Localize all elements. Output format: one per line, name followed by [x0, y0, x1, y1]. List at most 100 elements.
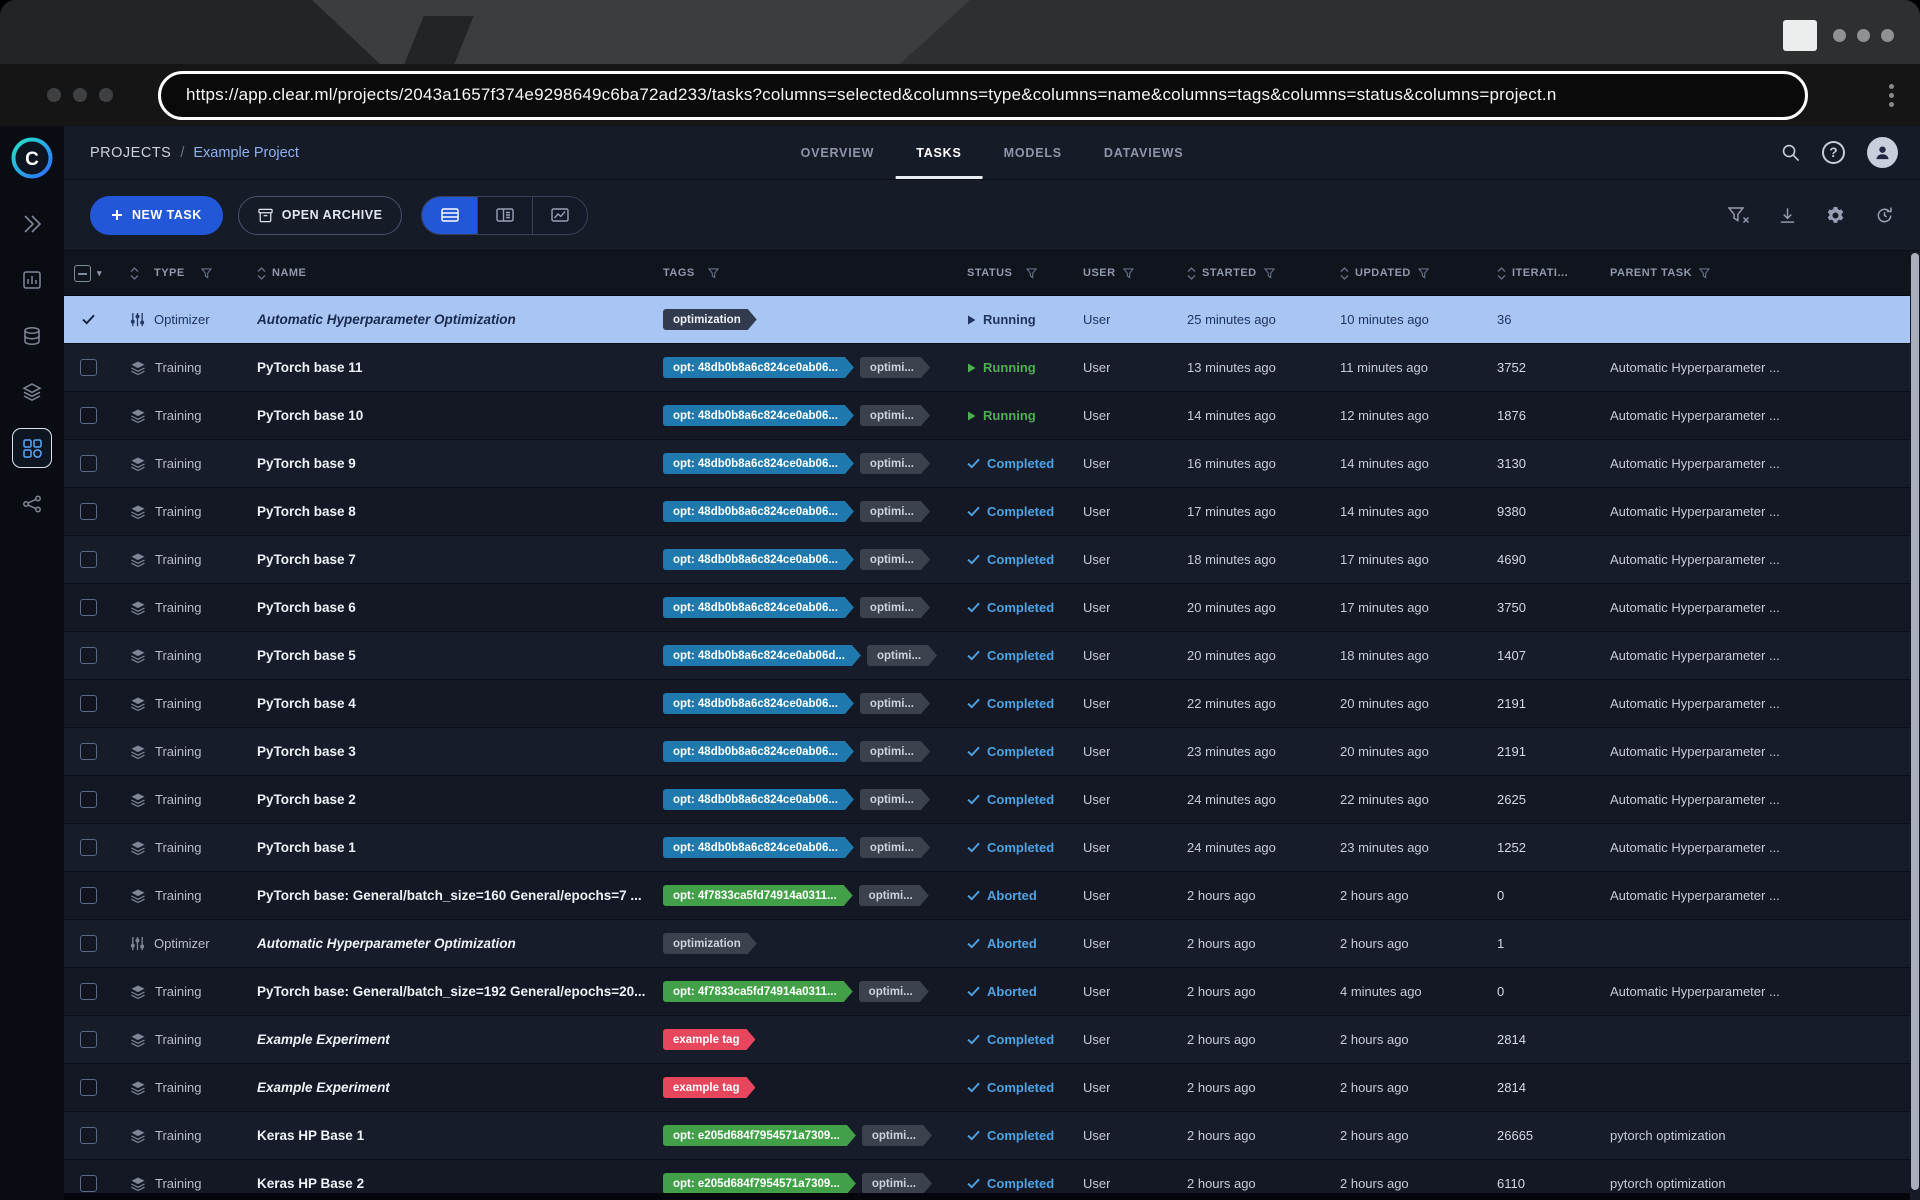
table-row[interactable]: TrainingPyTorch base: General/batch_size…: [64, 968, 1920, 1016]
settings-gear-icon[interactable]: [1826, 206, 1845, 225]
chart-view-button[interactable]: [532, 197, 587, 234]
row-checkbox[interactable]: [80, 743, 97, 760]
column-header-type[interactable]: TYPE: [112, 267, 238, 280]
select-all-checkbox[interactable]: [74, 265, 91, 282]
row-select-cell[interactable]: [64, 743, 112, 760]
open-archive-button[interactable]: OPEN ARCHIVE: [238, 196, 403, 235]
user-avatar[interactable]: [1867, 137, 1898, 168]
task-name-cell[interactable]: PyTorch base 6: [238, 600, 655, 615]
column-header-tags[interactable]: TAGS: [655, 267, 955, 279]
download-icon[interactable]: [1779, 207, 1796, 224]
row-select-cell[interactable]: [64, 887, 112, 904]
filter-funnel-icon[interactable]: [1699, 268, 1710, 279]
row-checkbox[interactable]: [80, 983, 97, 1000]
filter-funnel-icon[interactable]: [1123, 268, 1134, 279]
task-name-cell[interactable]: PyTorch base: General/batch_size=160 Gen…: [238, 888, 655, 903]
clear-filters-icon[interactable]: [1728, 207, 1749, 224]
row-checkbox[interactable]: [80, 887, 97, 904]
row-checkbox[interactable]: [80, 791, 97, 808]
task-name-cell[interactable]: PyTorch base 10: [238, 408, 655, 423]
row-select-cell[interactable]: [64, 935, 112, 952]
row-select-cell[interactable]: [64, 359, 112, 376]
tab-dataviews[interactable]: DATAVIEWS: [1083, 126, 1204, 179]
column-header-parent[interactable]: PARENT TASK: [1598, 267, 1920, 279]
row-checkbox[interactable]: [80, 551, 97, 568]
filter-funnel-icon[interactable]: [201, 268, 212, 279]
table-row[interactable]: OptimizerAutomatic Hyperparameter Optimi…: [64, 920, 1920, 968]
row-checked-icon[interactable]: [82, 314, 95, 325]
row-checkbox[interactable]: [80, 599, 97, 616]
table-row[interactable]: TrainingPyTorch base: General/batch_size…: [64, 872, 1920, 920]
row-checkbox[interactable]: [80, 695, 97, 712]
row-select-cell[interactable]: [64, 647, 112, 664]
vertical-scrollbar-thumb[interactable]: [1911, 253, 1919, 1190]
table-row[interactable]: TrainingPyTorch base 8opt: 48db0b8a6c824…: [64, 488, 1920, 536]
table-row[interactable]: TrainingExample Experimentexample tagCom…: [64, 1064, 1920, 1112]
table-row[interactable]: TrainingExample Experimentexample tagCom…: [64, 1016, 1920, 1064]
row-checkbox[interactable]: [80, 1031, 97, 1048]
sort-icon[interactable]: [130, 267, 139, 280]
row-select-cell[interactable]: [64, 1031, 112, 1048]
table-row[interactable]: TrainingPyTorch base 7opt: 48db0b8a6c824…: [64, 536, 1920, 584]
row-checkbox[interactable]: [80, 1127, 97, 1144]
tab-overview[interactable]: OVERVIEW: [780, 126, 896, 179]
table-row[interactable]: TrainingPyTorch base 10opt: 48db0b8a6c82…: [64, 392, 1920, 440]
task-name-cell[interactable]: PyTorch base: General/batch_size=192 Gen…: [238, 984, 655, 999]
row-select-cell[interactable]: [64, 983, 112, 1000]
sidebar-item-applications[interactable]: [12, 428, 52, 468]
auto-refresh-icon[interactable]: [1875, 206, 1894, 225]
row-checkbox[interactable]: [80, 455, 97, 472]
row-select-cell[interactable]: [64, 599, 112, 616]
tab-tasks[interactable]: TASKS: [895, 126, 982, 179]
row-checkbox[interactable]: [80, 1175, 97, 1192]
row-checkbox[interactable]: [80, 407, 97, 424]
filter-funnel-icon[interactable]: [1026, 268, 1037, 279]
sidebar-item-datasets[interactable]: [12, 316, 52, 356]
task-name-cell[interactable]: Example Experiment: [238, 1032, 655, 1047]
table-row[interactable]: TrainingKeras HP Base 1opt: e205d684f795…: [64, 1112, 1920, 1160]
row-checkbox[interactable]: [80, 359, 97, 376]
row-select-cell[interactable]: [64, 314, 112, 325]
row-select-cell[interactable]: [64, 1079, 112, 1096]
address-bar[interactable]: https://app.clear.ml/projects/2043a1657f…: [158, 71, 1808, 120]
new-task-button[interactable]: NEW TASK: [90, 196, 223, 235]
row-select-cell[interactable]: [64, 1175, 112, 1192]
sort-icon[interactable]: [1187, 267, 1196, 280]
column-header-name[interactable]: NAME: [238, 267, 655, 280]
column-header-started[interactable]: STARTED: [1175, 267, 1328, 280]
split-view-button[interactable]: [477, 197, 532, 234]
sort-icon[interactable]: [257, 267, 266, 280]
task-name-cell[interactable]: PyTorch base 5: [238, 648, 655, 663]
task-name-cell[interactable]: PyTorch base 1: [238, 840, 655, 855]
task-name-cell[interactable]: Keras HP Base 1: [238, 1128, 655, 1143]
horizontal-scrollbar[interactable]: [64, 1193, 1910, 1200]
table-row[interactable]: TrainingPyTorch base 3opt: 48db0b8a6c824…: [64, 728, 1920, 776]
task-name-cell[interactable]: PyTorch base 7: [238, 552, 655, 567]
window-controls[interactable]: [47, 88, 113, 102]
row-select-cell[interactable]: [64, 551, 112, 568]
help-icon[interactable]: ?: [1822, 141, 1845, 164]
column-header-select[interactable]: ▾: [64, 265, 112, 282]
row-checkbox[interactable]: [80, 1079, 97, 1096]
task-name-cell[interactable]: Automatic Hyperparameter Optimization: [238, 312, 655, 327]
sidebar-item-workers-queues[interactable]: [12, 484, 52, 524]
row-select-cell[interactable]: [64, 695, 112, 712]
row-select-cell[interactable]: [64, 839, 112, 856]
column-header-user[interactable]: USER: [1071, 267, 1175, 279]
column-header-updated[interactable]: UPDATED: [1328, 267, 1485, 280]
sort-icon[interactable]: [1340, 267, 1349, 280]
breadcrumb-projects[interactable]: PROJECTS: [90, 145, 171, 161]
sidebar-item-reports[interactable]: [12, 260, 52, 300]
task-name-cell[interactable]: PyTorch base 2: [238, 792, 655, 807]
task-name-cell[interactable]: PyTorch base 8: [238, 504, 655, 519]
select-all-caret-icon[interactable]: ▾: [97, 268, 102, 279]
filter-funnel-icon[interactable]: [1418, 268, 1429, 279]
sidebar-item-pipelines[interactable]: [12, 372, 52, 412]
browser-menu-dots-icon[interactable]: [1833, 29, 1894, 42]
breadcrumb-current-project[interactable]: Example Project: [193, 145, 299, 161]
row-select-cell[interactable]: [64, 503, 112, 520]
table-row[interactable]: OptimizerAutomatic Hyperparameter Optimi…: [64, 296, 1920, 344]
task-name-cell[interactable]: PyTorch base 4: [238, 696, 655, 711]
sort-icon[interactable]: [1497, 267, 1506, 280]
table-row[interactable]: TrainingPyTorch base 9opt: 48db0b8a6c824…: [64, 440, 1920, 488]
